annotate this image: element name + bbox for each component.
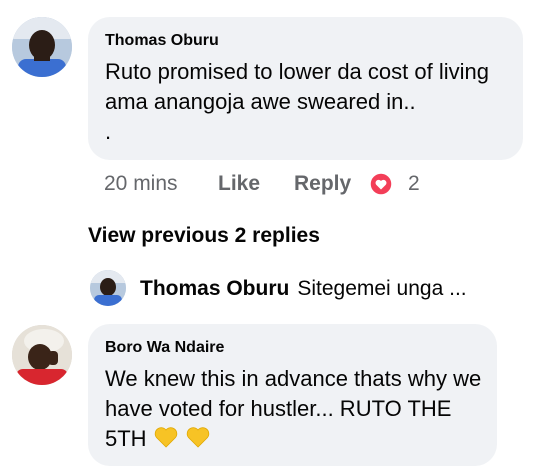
reply-button[interactable]: Reply bbox=[294, 172, 351, 196]
reaction-count[interactable]: 2 bbox=[408, 172, 420, 196]
reply-preview[interactable]: Thomas Oburu Sitegemei unga ... bbox=[140, 277, 467, 301]
reply-avatar[interactable] bbox=[90, 270, 126, 306]
yellow-heart-icon bbox=[185, 424, 211, 450]
heart-reaction-icon[interactable] bbox=[369, 172, 393, 196]
avatar[interactable] bbox=[12, 325, 72, 385]
reply-author[interactable]: Thomas Oburu bbox=[140, 277, 289, 300]
comment-text: Ruto promised to lower da cost of living… bbox=[105, 59, 489, 144]
comment-author[interactable]: Thomas Oburu bbox=[105, 32, 219, 50]
comment-bubble: Thomas Oburu Ruto promised to lower da c… bbox=[88, 17, 523, 160]
view-previous-replies-link[interactable]: View previous 2 replies bbox=[88, 224, 320, 248]
comment-bubble: Boro Wa Ndaire We knew this in advance t… bbox=[88, 324, 497, 466]
avatar[interactable] bbox=[12, 17, 72, 77]
like-button[interactable]: Like bbox=[218, 172, 260, 196]
yellow-heart-icon bbox=[153, 424, 179, 450]
profile-photo-icon bbox=[12, 17, 72, 77]
comment-author[interactable]: Boro Wa Ndaire bbox=[105, 339, 224, 357]
reply-snippet: Sitegemei unga ... bbox=[297, 277, 467, 300]
profile-photo-icon bbox=[90, 270, 126, 306]
comment-text: We knew this in advance thats why we hav… bbox=[105, 364, 483, 454]
profile-photo-icon bbox=[12, 325, 72, 385]
comment-timestamp[interactable]: 20 mins bbox=[104, 172, 178, 196]
